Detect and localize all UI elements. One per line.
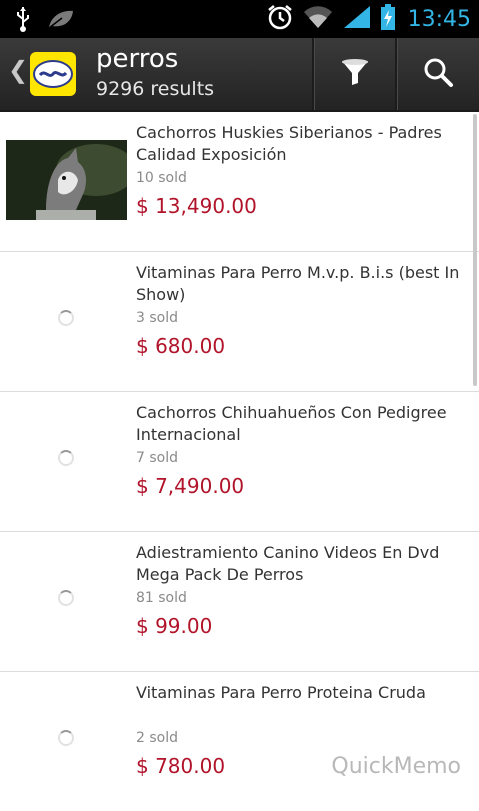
item-title: Vitaminas Para Perro Proteina Cruda [136,683,426,702]
search-button[interactable] [398,38,478,110]
list-item[interactable]: Vitaminas Para Perro Proteina Cruda 2 so… [0,672,479,811]
item-title: Adiestramiento Canino Videos En Dvd Mega… [136,543,440,584]
list-item[interactable]: Cachorros Huskies Siberianos - Padres Ca… [0,112,479,252]
action-bar: ❮ perros 9296 results [0,38,479,112]
item-price: $ 99.00 [136,614,213,638]
item-price: $ 780.00 [136,754,226,778]
alarm-icon [266,3,294,35]
scrollbar[interactable] [473,114,477,386]
results-count: 9296 results [96,78,215,100]
item-title: Cachorros Chihuahueños Con Pedigree Inte… [136,403,447,444]
item-sold-count: 7 sold [136,450,178,466]
quickmemo-watermark: QuickMemo [331,754,461,779]
filter-button[interactable] [315,38,395,110]
results-list: Cachorros Huskies Siberianos - Padres Ca… [0,112,479,811]
list-item[interactable]: Vitaminas Para Perro M.v.p. B.i.s (best … [0,252,479,392]
loading-spinner-icon [58,310,74,326]
battery-charging-icon [380,3,396,35]
item-sold-count: 81 sold [136,590,187,606]
status-bar: 13:45 [0,0,479,38]
loading-spinner-icon [58,730,74,746]
signal-icon [342,4,372,34]
wifi-icon [302,4,334,34]
page-title: perros [96,44,179,74]
back-chevron-icon: ❮ [8,56,29,84]
app-logo [30,52,76,96]
item-sold-count: 2 sold [136,730,178,746]
status-time: 13:45 [407,6,471,32]
item-price: $ 13,490.00 [136,194,257,218]
loading-spinner-icon [58,590,74,606]
item-price: $ 7,490.00 [136,474,245,498]
usb-icon [14,5,32,37]
item-title: Cachorros Huskies Siberianos - Padres Ca… [136,123,442,164]
item-price: $ 680.00 [136,334,226,358]
item-title: Vitaminas Para Perro M.v.p. B.i.s (best … [136,263,460,304]
item-sold-count: 3 sold [136,310,178,326]
list-item[interactable]: Adiestramiento Canino Videos En Dvd Mega… [0,532,479,672]
leaf-icon [46,8,76,34]
item-thumbnail [6,140,127,220]
loading-spinner-icon [58,450,74,466]
up-navigation[interactable]: ❮ perros 9296 results [0,38,312,110]
search-icon [422,56,454,92]
item-sold-count: 10 sold [136,170,187,186]
list-item[interactable]: Cachorros Chihuahueños Con Pedigree Inte… [0,392,479,532]
filter-icon [340,57,370,91]
